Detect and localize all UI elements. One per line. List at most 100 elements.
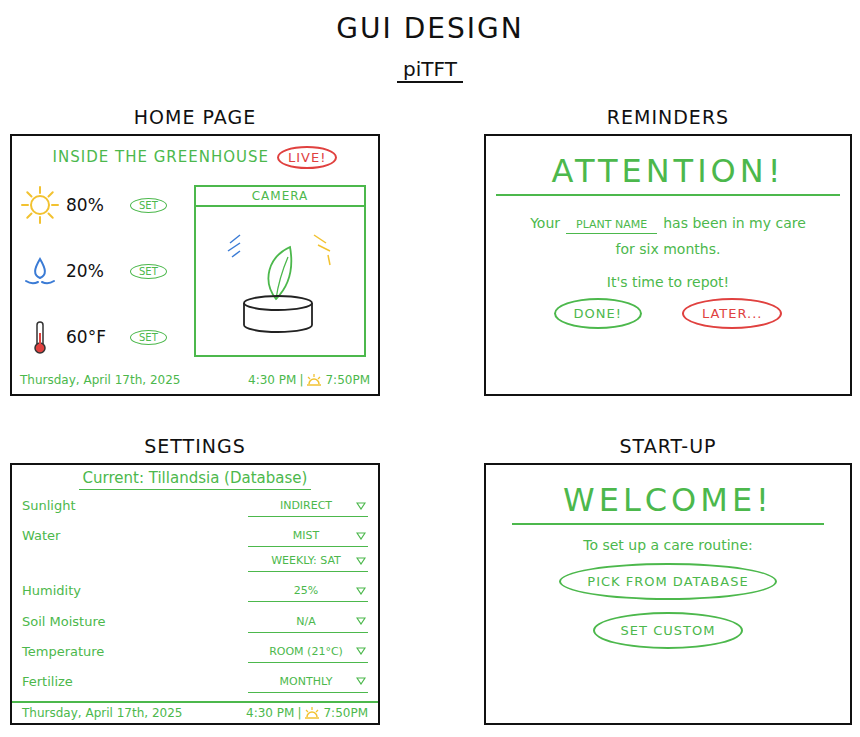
setting-dropdown[interactable]: N/A	[248, 611, 368, 633]
setting-row: WaterMISTWEEKLY: SAT	[22, 525, 368, 572]
action-text: It's time to repot!	[494, 274, 842, 290]
page-header: GUI DESIGN piTFT	[0, 0, 860, 100]
startup-section: START-UP WELCOME! To set up a care routine…	[484, 429, 852, 725]
setting-dropdown[interactable]: INDIRECT	[248, 495, 368, 517]
home-screen: INSIDE THE GREENHOUSELIVE!80%SET20%SET60…	[10, 134, 380, 396]
dropdown-icon	[356, 677, 366, 685]
custom-button[interactable]: SET CUSTOM	[593, 612, 744, 649]
divider	[496, 194, 840, 196]
plant-name: PLANT NAME	[566, 217, 657, 234]
divider	[512, 523, 824, 525]
section-heading: SETTINGS	[10, 429, 380, 463]
section-heading: HOME PAGE	[10, 100, 380, 134]
setting-values: ROOM (21°C)	[248, 641, 368, 663]
sun-icon	[20, 185, 60, 225]
settings-list: SunlightINDIRECTWaterMISTWEEKLY: SATHumi…	[22, 487, 368, 701]
database-button[interactable]: PICK FROM DATABASE	[559, 563, 776, 600]
setting-row: Fertilize MONTHLY	[22, 671, 368, 693]
current-plant: Current: Tillandsia (Database)	[22, 469, 368, 487]
setting-row: Sunlight INDIRECT	[22, 495, 368, 517]
live-badge: LIVE!	[277, 146, 337, 169]
setting-label: Fertilize	[22, 671, 248, 689]
page-title: GUI DESIGN	[336, 12, 523, 45]
dropdown-icon	[356, 647, 366, 655]
settings-section: SETTINGS Current: Tillandsia (Database) Su…	[10, 429, 380, 725]
later-button[interactable]: LATER...	[682, 298, 783, 329]
dropdown-value: WEEKLY: SAT	[256, 554, 356, 567]
dropdown-icon	[356, 617, 366, 625]
separator: |	[297, 706, 301, 720]
home-section: HOME PAGE INSIDE THE GREENHOUSE LIVE! 80%SE…	[10, 100, 380, 396]
setting-values: MONTHLY	[248, 671, 368, 693]
setting-dropdown[interactable]: WEEKLY: SAT	[248, 550, 368, 572]
set-button[interactable]: SET	[130, 330, 167, 345]
reading-value: 60°F	[66, 327, 124, 347]
setting-label: Soil Moisture	[22, 611, 248, 629]
dropdown-value: MONTHLY	[256, 675, 356, 688]
home-main: 80%SET 20% SET 60°F SET CAMERA	[20, 172, 370, 370]
time-label: 4:30 PM	[248, 373, 296, 387]
section-heading: START-UP	[484, 429, 852, 463]
setting-dropdown[interactable]: 25%	[248, 580, 368, 602]
attention-title: ATTENTION!	[494, 144, 842, 194]
reading-row: 80%SET	[20, 185, 188, 225]
time-group: 4:30 PM|7:50PM	[248, 373, 370, 387]
plant-pot-icon	[210, 221, 350, 341]
setting-row: Humidity 25%	[22, 580, 368, 602]
settings-screen: Current: Tillandsia (Database) Sunlight IN…	[10, 463, 380, 725]
dropdown-icon	[356, 502, 366, 510]
routine-prompt: To set up a care routine:	[494, 537, 842, 553]
dropdown-icon	[356, 532, 366, 540]
camera-feed	[196, 207, 364, 355]
setting-label: Humidity	[22, 580, 248, 598]
setting-values: INDIRECT	[248, 495, 368, 517]
time-label: 4:30 PM	[246, 706, 294, 720]
time-group: 4:30 PM| 7:50PM	[246, 706, 368, 720]
dropdown-value: MIST	[256, 529, 356, 542]
dropdown-value: N/A	[256, 615, 356, 628]
camera-view: CAMERA	[194, 185, 366, 357]
reading-row: 20% SET	[20, 251, 188, 291]
setting-label: Temperature	[22, 641, 248, 659]
setting-values: 25%	[248, 580, 368, 602]
setting-dropdown[interactable]: MONTHLY	[248, 671, 368, 693]
setting-dropdown[interactable]: MIST	[248, 525, 368, 547]
home-title: INSIDE THE GREENHOUSE	[53, 148, 269, 166]
reading-row: 60°F SET	[20, 317, 188, 357]
welcome-title: WELCOME!	[494, 473, 842, 523]
camera-label: CAMERA	[196, 187, 364, 207]
dropdown-icon	[356, 557, 366, 565]
thermometer-icon	[20, 317, 60, 357]
done-button[interactable]: DONE!	[554, 298, 642, 329]
water-drop-icon	[20, 251, 60, 291]
reminders-section: REMINDERSATTENTION!YourPLANT NAMEhas bee…	[484, 100, 852, 396]
design-grid: HOME PAGE INSIDE THE GREENHOUSE LIVE! 80%SE…	[0, 100, 860, 725]
reminder-message: YourPLANT NAMEhas been in my care for si…	[494, 210, 842, 262]
status-footer: Thursday, April 17th, 2025 4:30 PM|7:50PM	[20, 370, 370, 390]
setting-label: Sunlight	[22, 495, 248, 513]
setting-row: Temperature ROOM (21°C)	[22, 641, 368, 663]
dropdown-value: 25%	[256, 584, 356, 597]
setting-values: MIST WEEKLY: SAT	[248, 525, 368, 572]
readings-list: 80%SET 20% SET 60°F SET	[20, 172, 188, 370]
reading-value: 20%	[66, 261, 124, 281]
startup-buttons: PICK FROM DATABASE SET CUSTOM	[494, 563, 842, 649]
setting-dropdown[interactable]: ROOM (21°C)	[248, 641, 368, 663]
section-heading: REMINDERS	[484, 100, 852, 134]
message-prefix: Your	[530, 215, 560, 231]
home-header: INSIDE THE GREENHOUSE LIVE!	[20, 142, 370, 172]
page-subtitle: piTFT	[397, 57, 463, 83]
sunset-icon	[304, 706, 320, 720]
status-footer: Thursday, April 17th, 20254:30 PM|7:50PM	[12, 701, 378, 723]
date-label: Thursday, April 17th, 2025	[20, 373, 180, 387]
dropdown-value: INDIRECT	[256, 499, 356, 512]
sunset-time: 7:50PM	[323, 706, 368, 720]
reminders-screen: ATTENTION!YourPLANT NAMEhas been in my c…	[484, 134, 852, 396]
set-button[interactable]: SET	[130, 264, 167, 279]
sunset-icon	[306, 373, 322, 387]
dropdown-value: ROOM (21°C)	[256, 645, 356, 658]
setting-row: Soil Moisture N/A	[22, 611, 368, 633]
set-button[interactable]: SET	[130, 198, 167, 213]
dropdown-icon	[356, 587, 366, 595]
setting-values: N/A	[248, 611, 368, 633]
